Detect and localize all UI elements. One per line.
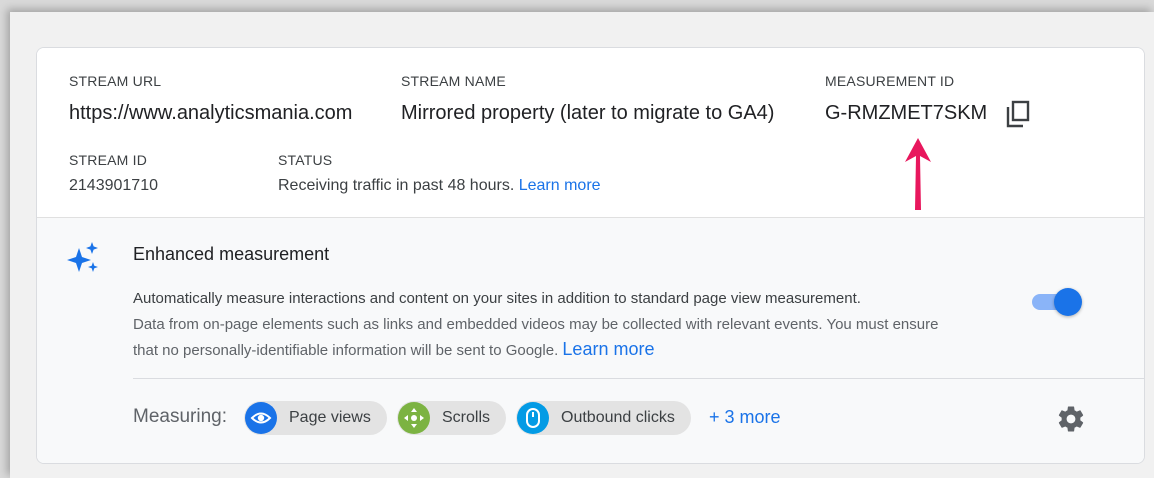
- section-divider: [133, 378, 1144, 379]
- stream-url-value: https://www.analyticsmania.com: [69, 102, 353, 124]
- stream-id-value: 2143901710: [69, 177, 158, 194]
- enhanced-description-line1: Automatically measure interactions and c…: [133, 290, 861, 307]
- sparkle-icon: [67, 242, 98, 272]
- status-learn-more-link[interactable]: Learn more: [519, 177, 601, 194]
- chip-outbound-clicks[interactable]: Outbound clicks: [516, 401, 691, 435]
- enhanced-measurement-title: Enhanced measurement: [133, 244, 330, 264]
- status-text: Receiving traffic in past 48 hours.: [278, 177, 515, 194]
- copy-icon[interactable]: [1005, 100, 1031, 128]
- enhanced-learn-more-link[interactable]: Learn more: [562, 339, 654, 359]
- enhanced-description-line2: Data from on-page elements such as links…: [133, 316, 939, 333]
- stream-details-card: STREAM URL https://www.analyticsmania.co…: [36, 47, 1145, 464]
- chip-label: Page views: [289, 409, 371, 426]
- annotation-arrow-icon: [905, 138, 931, 210]
- enhanced-measurement-toggle[interactable]: [1030, 288, 1082, 316]
- chip-label: Outbound clicks: [561, 409, 675, 426]
- toggle-thumb: [1054, 288, 1082, 316]
- eye-icon: [245, 402, 277, 434]
- status-label: STATUS: [278, 152, 333, 168]
- status-value: Receiving traffic in past 48 hours. Lear…: [278, 177, 601, 195]
- mouse-icon: [517, 402, 549, 434]
- more-events-link[interactable]: + 3 more: [709, 407, 781, 428]
- chip-page-views[interactable]: Page views: [244, 401, 387, 435]
- measurement-id-label: MEASUREMENT ID: [825, 73, 955, 89]
- enhanced-description-line3: that no personally-identifiable informat…: [133, 339, 654, 360]
- measuring-label: Measuring:: [133, 406, 227, 427]
- chip-scrolls[interactable]: Scrolls: [397, 401, 507, 435]
- scroll-icon: [398, 402, 430, 434]
- gear-icon[interactable]: [1056, 404, 1086, 434]
- stream-name-value: Mirrored property (later to migrate to G…: [401, 102, 775, 124]
- enhanced-measurement-section: Enhanced measurement Automatically measu…: [37, 217, 1144, 463]
- measurement-id-value: G-RMZMET7SKM: [825, 102, 988, 124]
- stream-id-label: STREAM ID: [69, 152, 148, 168]
- stream-info-section: STREAM URL https://www.analyticsmania.co…: [37, 48, 1144, 217]
- stream-name-label: STREAM NAME: [401, 73, 506, 89]
- stream-url-label: STREAM URL: [69, 73, 162, 89]
- enhanced-description-text: that no personally-identifiable informat…: [133, 342, 559, 359]
- chip-label: Scrolls: [442, 409, 491, 426]
